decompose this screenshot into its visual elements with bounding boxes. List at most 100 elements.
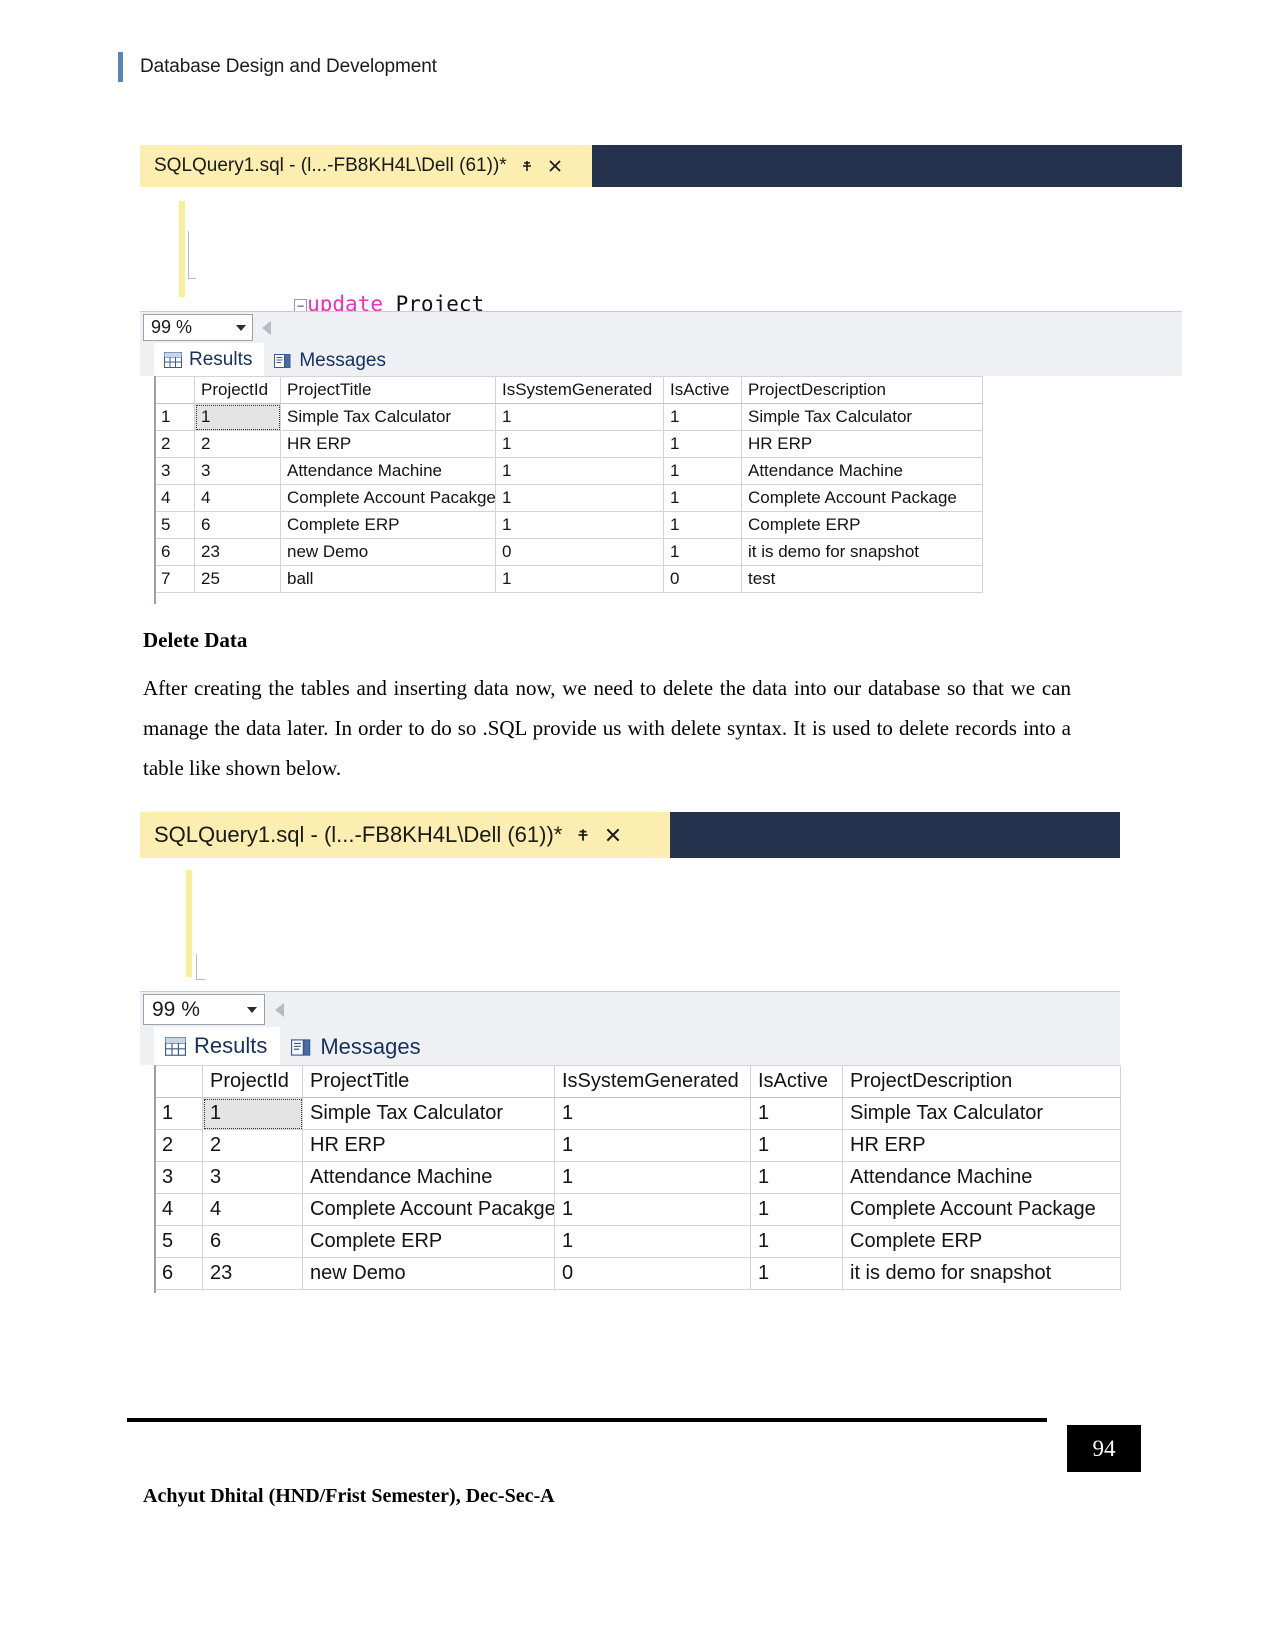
cell-projecttitle[interactable]: new Demo (302, 1257, 555, 1290)
table-row[interactable]: 1 1 Simple Tax Calculator 1 1 Simple Tax… (154, 403, 983, 431)
cell-isactive[interactable]: 1 (663, 457, 742, 485)
cell-issystemgenerated[interactable]: 0 (554, 1257, 751, 1290)
cell-issystemgenerated[interactable]: 1 (554, 1097, 751, 1130)
table-row[interactable]: 6 23 new Demo 0 1 it is demo for snapsho… (154, 1257, 1121, 1290)
code-editor-1[interactable]: −update Project set ProjectTitle='ball',… (140, 187, 1182, 311)
splitter-left-arrow-icon[interactable] (275, 1002, 284, 1017)
grid-col-projecttitle[interactable]: ProjectTitle (302, 1065, 555, 1098)
grid-col-rownum[interactable] (154, 1065, 203, 1098)
cell-projectid[interactable]: 2 (194, 430, 281, 458)
cell-isactive[interactable]: 1 (750, 1097, 843, 1130)
table-row[interactable]: 6 23 new Demo 0 1 it is demo for snapsho… (154, 538, 983, 566)
cell-projecttitle[interactable]: HR ERP (280, 430, 496, 458)
cell-issystemgenerated[interactable]: 1 (495, 511, 664, 539)
cell-projectdescription[interactable]: HR ERP (842, 1129, 1121, 1162)
cell-issystemgenerated[interactable]: 0 (495, 538, 664, 566)
cell-projectdescription[interactable]: Complete Account Package (741, 484, 983, 512)
cell-projecttitle[interactable]: Complete Account Pacakge (302, 1193, 555, 1226)
zoom-level-combo-2[interactable]: 99 % (143, 994, 265, 1025)
cell-projecttitle[interactable]: Complete ERP (302, 1225, 555, 1258)
cell-isactive[interactable]: 1 (750, 1129, 843, 1162)
cell-isactive[interactable]: 1 (750, 1161, 843, 1194)
cell-isactive[interactable]: 1 (750, 1193, 843, 1226)
cell-projectid[interactable]: 3 (202, 1161, 303, 1194)
cell-projectid[interactable]: 6 (202, 1225, 303, 1258)
grid-col-isactive[interactable]: IsActive (663, 376, 742, 404)
cell-issystemgenerated[interactable]: 1 (554, 1129, 751, 1162)
table-row[interactable]: 2 2 HR ERP 1 1 HR ERP (154, 430, 983, 458)
cell-projectid[interactable]: 4 (194, 484, 281, 512)
tab-results-2[interactable]: Results (154, 1027, 281, 1065)
table-row[interactable]: 5 6 Complete ERP 1 1 Complete ERP (154, 511, 983, 539)
cell-projectid[interactable]: 25 (194, 565, 281, 593)
cell-projectdescription[interactable]: Attendance Machine (741, 457, 983, 485)
chevron-down-icon[interactable] (236, 324, 246, 331)
cell-issystemgenerated[interactable]: 1 (554, 1161, 751, 1194)
cell-issystemgenerated[interactable]: 1 (495, 457, 664, 485)
cell-projectdescription[interactable]: test (741, 565, 983, 593)
chevron-down-icon[interactable] (247, 1006, 257, 1013)
grid-col-projecttitle[interactable]: ProjectTitle (280, 376, 496, 404)
cell-projecttitle[interactable]: Simple Tax Calculator (302, 1097, 555, 1130)
cell-isactive[interactable]: 1 (750, 1257, 843, 1290)
results-grid-2[interactable]: ProjectId ProjectTitle IsSystemGenerated… (154, 1065, 1121, 1290)
results-grid-wrap-2[interactable]: ProjectId ProjectTitle IsSystemGenerated… (140, 1065, 1121, 1293)
table-row[interactable]: 2 2 HR ERP 1 1 HR ERP (154, 1129, 1121, 1162)
cell-projecttitle[interactable]: Complete ERP (280, 511, 496, 539)
table-row[interactable]: 1 1 Simple Tax Calculator 1 1 Simple Tax… (154, 1097, 1121, 1130)
table-row[interactable]: 4 4 Complete Account Pacakge 1 1 Complet… (154, 484, 983, 512)
table-row[interactable]: 3 3 Attendance Machine 1 1 Attendance Ma… (154, 1161, 1121, 1194)
splitter-left-arrow-icon[interactable] (262, 320, 271, 335)
cell-projectdescription[interactable]: it is demo for snapshot (842, 1257, 1121, 1290)
grid-col-projectdescription[interactable]: ProjectDescription (842, 1065, 1121, 1098)
table-row[interactable]: 3 3 Attendance Machine 1 1 Attendance Ma… (154, 457, 983, 485)
cell-projectdescription[interactable]: Complete ERP (842, 1225, 1121, 1258)
zoom-level-combo-1[interactable]: 99 % (143, 314, 253, 341)
code-text-2[interactable]: −delete from Project where ProjectId = 2… (192, 858, 1120, 991)
table-row[interactable]: 7 25 ball 1 0 test (154, 565, 983, 593)
table-row[interactable]: 4 4 Complete Account Pacakge 1 1 Complet… (154, 1193, 1121, 1226)
cell-projectid[interactable]: 23 (194, 538, 281, 566)
cell-projectdescription[interactable]: HR ERP (741, 430, 983, 458)
tab-messages-1[interactable]: Messages (264, 345, 398, 376)
fold-collapse-icon-1[interactable]: − (294, 298, 308, 311)
cell-issystemgenerated[interactable]: 1 (495, 565, 664, 593)
cell-isactive[interactable]: 1 (663, 403, 742, 431)
cell-projectid[interactable]: 4 (202, 1193, 303, 1226)
cell-projectdescription[interactable]: Complete ERP (741, 511, 983, 539)
cell-issystemgenerated[interactable]: 1 (554, 1193, 751, 1226)
cell-projecttitle[interactable]: HR ERP (302, 1129, 555, 1162)
cell-issystemgenerated[interactable]: 1 (495, 403, 664, 431)
cell-projectid[interactable]: 1 (202, 1097, 303, 1130)
close-icon[interactable] (547, 158, 563, 174)
cell-projecttitle[interactable]: ball (280, 565, 496, 593)
pin-icon[interactable] (519, 158, 535, 174)
cell-projecttitle[interactable]: Simple Tax Calculator (280, 403, 496, 431)
cell-isactive[interactable]: 1 (663, 484, 742, 512)
cell-projectid[interactable]: 6 (194, 511, 281, 539)
cell-projecttitle[interactable]: Complete Account Pacakge (280, 484, 496, 512)
cell-isactive[interactable]: 0 (663, 565, 742, 593)
table-row[interactable]: 5 6 Complete ERP 1 1 Complete ERP (154, 1225, 1121, 1258)
cell-issystemgenerated[interactable]: 1 (495, 430, 664, 458)
code-editor-2[interactable]: −delete from Project where ProjectId = 2… (140, 858, 1120, 991)
close-icon[interactable] (604, 826, 622, 844)
code-text-1[interactable]: −update Project set ProjectTitle='ball',… (185, 187, 1182, 311)
cell-isactive[interactable]: 1 (663, 511, 742, 539)
cell-isactive[interactable]: 1 (663, 538, 742, 566)
grid-col-isactive[interactable]: IsActive (750, 1065, 843, 1098)
cell-projectid[interactable]: 3 (194, 457, 281, 485)
tab-results-1[interactable]: Results (154, 343, 265, 376)
cell-projectid[interactable]: 2 (202, 1129, 303, 1162)
grid-col-projectid[interactable]: ProjectId (202, 1065, 303, 1098)
editor-tab-sqlquery1[interactable]: SQLQuery1.sql - (l...-FB8KH4L\Dell (61))… (140, 145, 592, 187)
editor-tab-sqlquery1-2[interactable]: SQLQuery1.sql - (l...-FB8KH4L\Dell (61))… (140, 812, 670, 858)
cell-projectdescription[interactable]: Simple Tax Calculator (741, 403, 983, 431)
cell-projectdescription[interactable]: Complete Account Package (842, 1193, 1121, 1226)
cell-issystemgenerated[interactable]: 1 (554, 1225, 751, 1258)
cell-projecttitle[interactable]: Attendance Machine (280, 457, 496, 485)
cell-isactive[interactable]: 1 (663, 430, 742, 458)
results-grid-1[interactable]: ProjectId ProjectTitle IsSystemGenerated… (154, 376, 983, 593)
tab-messages-2[interactable]: Messages (280, 1029, 433, 1065)
cell-projectdescription[interactable]: Attendance Machine (842, 1161, 1121, 1194)
